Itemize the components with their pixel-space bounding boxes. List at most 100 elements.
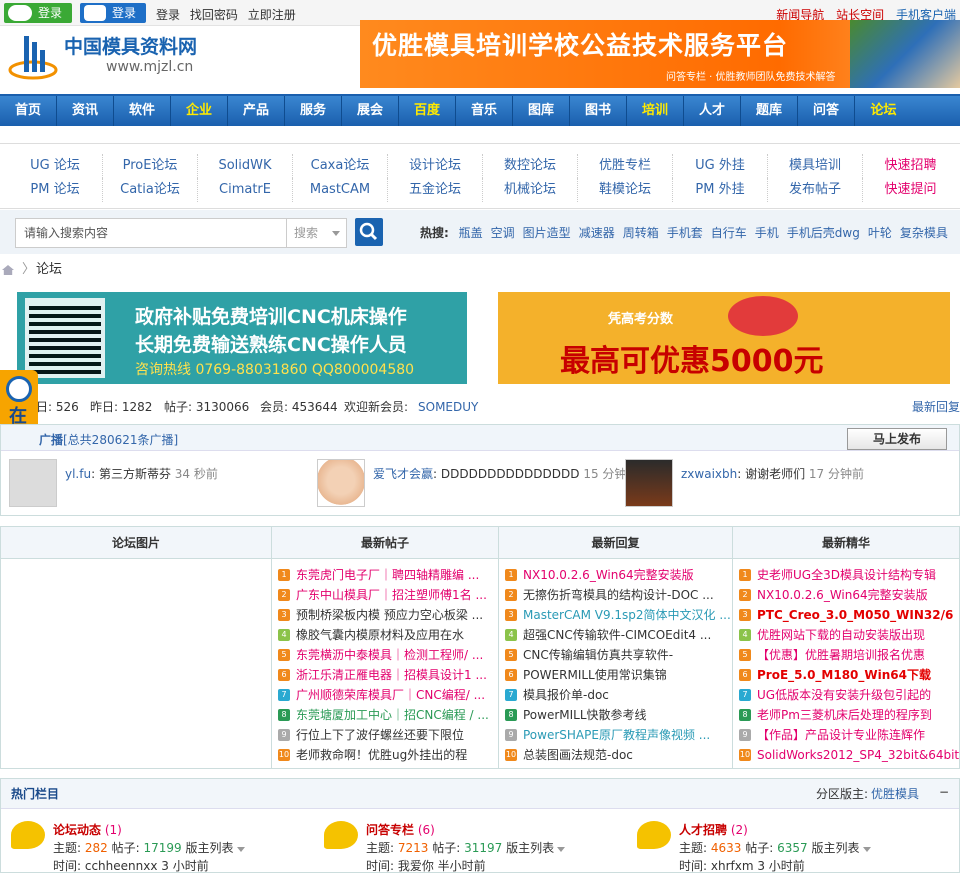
subnav-link[interactable]: MastCAM	[293, 178, 388, 202]
list-item-title[interactable]: UG低版本没有安装升级包引起的	[757, 688, 931, 702]
list-item[interactable]: 2 无擦伤折弯模具的结构设计-DOC ...	[505, 585, 732, 605]
nav-item[interactable]: 软件	[114, 96, 171, 126]
subnav-link[interactable]: 机械论坛	[483, 178, 578, 202]
list-item[interactable]: 5 东莞横沥中泰模具｜检测工程师/ ...	[278, 645, 498, 665]
list-item-title[interactable]: 史老师UG全3D模具设计结构专辑	[757, 568, 936, 582]
hot-search-link[interactable]: 周转箱	[623, 226, 659, 240]
subnav-link[interactable]: PM 论坛	[8, 178, 103, 202]
list-item-title[interactable]: 无擦伤折弯模具的结构设计-DOC ...	[523, 588, 714, 602]
nav-item[interactable]: 首页	[0, 96, 57, 126]
list-item[interactable]: 9 【作品】产品设计专业陈连辉作	[739, 725, 959, 745]
hot-search-link[interactable]: 自行车	[711, 226, 747, 240]
list-item-title[interactable]: 模具报价单-doc	[523, 688, 609, 702]
site-logo[interactable]: 中国模具资料网 www.mjzl.cn	[8, 28, 213, 84]
subnav-link[interactable]: 鞋模论坛	[578, 178, 673, 202]
hot-search-link[interactable]: 图片造型	[523, 226, 571, 240]
list-item[interactable]: 5 CNC传输编辑仿真共享软件-	[505, 645, 732, 665]
list-item[interactable]: 4 橡胶气囊内模原材料及应用在水	[278, 625, 498, 645]
list-item[interactable]: 6 POWERMILL使用常识集锦	[505, 665, 732, 685]
wechat-login-button[interactable]: 登录	[4, 3, 72, 23]
post-now-button[interactable]: 马上发布	[847, 428, 947, 450]
list-item[interactable]: 6 ProE_5.0_M180_Win64下载	[739, 665, 959, 685]
list-item-title[interactable]: PTC_Creo_3.0_M050_WIN32/6	[757, 608, 953, 622]
section-name[interactable]: 问答专栏	[366, 823, 414, 837]
list-item[interactable]: 4 优胜网站下载的自动安装版出现	[739, 625, 959, 645]
list-item-title[interactable]: 广州顺德荣库模具厂｜CNC编程/ ...	[296, 688, 485, 702]
subnav-link[interactable]: 设计论坛	[388, 154, 483, 178]
list-item-title[interactable]: 橡胶气囊内模原材料及应用在水	[296, 628, 464, 642]
list-item-title[interactable]: 老师救命啊！优胜ug外挂出的程	[296, 748, 467, 762]
hot-search-link[interactable]: 空调	[491, 226, 515, 240]
avatar[interactable]	[625, 459, 673, 507]
avatar[interactable]	[9, 459, 57, 507]
broadcast-user[interactable]: zxwaixbh	[681, 467, 737, 481]
subnav-link[interactable]: 五金论坛	[388, 178, 483, 202]
list-item[interactable]: 5 【优惠】优胜暑期培训报名优惠	[739, 645, 959, 665]
collapse-icon[interactable]: −	[939, 777, 949, 807]
list-item-title[interactable]: NX10.0.2.6_Win64完整安装版	[523, 568, 694, 582]
subnav-link[interactable]: 快速招聘	[863, 154, 958, 178]
hot-search-link[interactable]: 叶轮	[868, 226, 892, 240]
moderator-list-dropdown[interactable]: 版主列表	[812, 841, 860, 855]
hot-search-link[interactable]: 手机后壳dwg	[787, 226, 860, 240]
list-item-title[interactable]: SolidWorks2012_SP4_32bit&64bit ...	[757, 748, 959, 762]
list-item[interactable]: 7 广州顺德荣库模具厂｜CNC编程/ ...	[278, 685, 498, 705]
list-item[interactable]: 3 PTC_Creo_3.0_M050_WIN32/6	[739, 605, 959, 625]
list-item[interactable]: 8 PowerMILL快散参考线	[505, 705, 732, 725]
list-item-title[interactable]: MasterCAM V9.1sp2简体中文汉化 ...	[523, 608, 731, 622]
nav-item[interactable]: 音乐	[456, 96, 513, 126]
list-item[interactable]: 7 模具报价单-doc	[505, 685, 732, 705]
nav-item[interactable]: 图书	[570, 96, 627, 126]
broadcast-title[interactable]: 广播	[39, 431, 63, 448]
list-item-title[interactable]: POWERMILL使用常识集锦	[523, 668, 667, 682]
hot-search-link[interactable]: 手机	[755, 226, 779, 240]
list-item-title[interactable]: 【优惠】优胜暑期培训报名优惠	[757, 648, 925, 662]
nav-item[interactable]: 百度	[399, 96, 456, 126]
list-item[interactable]: 9 行位上下了波仔螺丝还要下限位	[278, 725, 498, 745]
list-item-title[interactable]: 老师Pm三菱机床后处理的程序到	[757, 708, 932, 722]
subnav-link[interactable]: CimatrE	[198, 178, 293, 202]
list-item-title[interactable]: 浙江乐清正雁电器｜招模具设计1 ...	[296, 668, 487, 682]
moderator-link[interactable]: 优胜模具	[871, 779, 919, 809]
list-item[interactable]: 9 PowerSHAPE原厂教程声像视频 ...	[505, 725, 732, 745]
list-item-title[interactable]: 总装图画法规范-doc	[523, 748, 633, 762]
hot-search-link[interactable]: 手机套	[667, 226, 703, 240]
list-item-title[interactable]: 优胜网站下载的自动安装版出现	[757, 628, 925, 642]
list-item[interactable]: 4 超强CNC传输软件-CIMCOEdit4 ...	[505, 625, 732, 645]
list-item[interactable]: 10 老师救命啊！优胜ug外挂出的程	[278, 745, 498, 765]
list-item[interactable]: 10 总装图画法规范-doc	[505, 745, 732, 765]
subnav-link[interactable]: Catia论坛	[103, 178, 198, 202]
list-item[interactable]: 3 MasterCAM V9.1sp2简体中文汉化 ...	[505, 605, 732, 625]
search-input[interactable]: 请输入搜索内容	[15, 218, 287, 248]
list-item-title[interactable]: PowerSHAPE原厂教程声像视频 ...	[523, 728, 710, 742]
list-item-title[interactable]: 东莞塘厦加工中心｜招CNC编程 / ...	[296, 708, 489, 722]
section-name[interactable]: 人才招聘	[679, 823, 727, 837]
nav-item[interactable]: 培训	[627, 96, 684, 126]
search-button[interactable]	[355, 218, 383, 246]
list-item-title[interactable]: 行位上下了波仔螺丝还要下限位	[296, 728, 464, 742]
list-item-title[interactable]: PowerMILL快散参考线	[523, 708, 647, 722]
qq-login-button[interactable]: 登录	[80, 3, 146, 23]
list-item[interactable]: 8 老师Pm三菱机床后处理的程序到	[739, 705, 959, 725]
nav-item[interactable]: 人才	[684, 96, 741, 126]
list-item-title[interactable]: 东莞横沥中泰模具｜检测工程师/ ...	[296, 648, 483, 662]
cnc-training-ad[interactable]: 政府补贴免费培训CNC机床操作 长期免费输送熟练CNC操作人员 咨询热线 076…	[17, 292, 467, 384]
hot-search-link[interactable]: 瓶盖	[459, 226, 483, 240]
nav-item[interactable]: 服务	[285, 96, 342, 126]
list-item[interactable]: 1 NX10.0.2.6_Win64完整安装版	[505, 565, 732, 585]
list-item[interactable]: 6 浙江乐清正雁电器｜招模具设计1 ...	[278, 665, 498, 685]
nav-item[interactable]: 展会	[342, 96, 399, 126]
list-item-title[interactable]: 东莞虎门电子厂｜聘四轴精雕编 ...	[296, 568, 479, 582]
list-item[interactable]: 8 东莞塘厦加工中心｜招CNC编程 / ...	[278, 705, 498, 725]
list-item[interactable]: 7 UG低版本没有安装升级包引起的	[739, 685, 959, 705]
header-banner[interactable]: 优胜模具培训学校公益技术服务平台 问答专栏 · 优胜教师团队免费技术解答	[360, 20, 960, 88]
subnav-link[interactable]: UG 外挂	[673, 154, 768, 178]
subnav-link[interactable]: PM 外挂	[673, 178, 768, 202]
nav-item[interactable]: 资讯	[57, 96, 114, 126]
hot-search-link[interactable]: 复杂模具	[900, 226, 948, 240]
subnav-link[interactable]: SolidWK	[198, 154, 293, 178]
latest-replies-link[interactable]: 最新回复	[912, 397, 960, 417]
discount-ad[interactable]: 凭高考分数 最高可优惠5000元	[498, 292, 950, 384]
list-item[interactable]: 10 SolidWorks2012_SP4_32bit&64bit ...	[739, 745, 959, 765]
login-link[interactable]: 登录	[156, 8, 180, 22]
